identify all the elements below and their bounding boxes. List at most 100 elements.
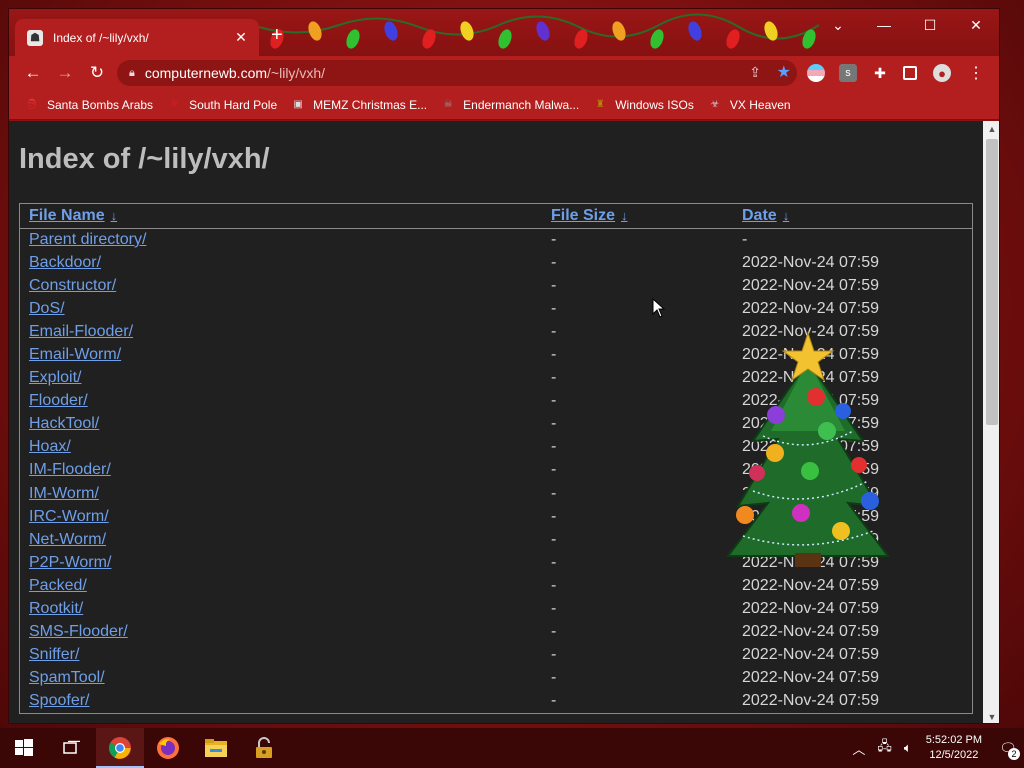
- file-size-cell: -: [551, 438, 557, 456]
- taskbar-firefox-button[interactable]: [144, 728, 192, 768]
- file-size-cell: -: [551, 276, 557, 294]
- file-size-cell: -: [551, 346, 557, 364]
- table-row: IM-Flooder/ - 2022-Nov-24 07:59: [20, 459, 972, 482]
- tray-overflow-chevron-icon[interactable]: ︿: [852, 739, 865, 758]
- scroll-up-arrow-icon[interactable]: ▲: [983, 121, 999, 137]
- file-date-cell: 2022-Nov-24 07:59: [742, 253, 879, 271]
- maximize-button[interactable]: ☐: [907, 9, 953, 41]
- reload-button[interactable]: ↻: [85, 62, 109, 84]
- skull-icon: ☠: [443, 99, 453, 110]
- file-link[interactable]: IM-Flooder/: [29, 461, 111, 478]
- bookmark-star-icon[interactable]: ★: [777, 62, 791, 82]
- extensions-puzzle-icon[interactable]: ✚: [871, 64, 889, 82]
- network-icon[interactable]: 🖧︎: [877, 737, 892, 759]
- sort-by-name-link[interactable]: File Name: [29, 207, 105, 224]
- table-row: Flooder/ - 2022-Nov-24 07:59: [20, 390, 972, 413]
- extension-flag-icon[interactable]: [807, 64, 825, 82]
- minimize-button[interactable]: —: [861, 9, 907, 41]
- notification-center-button[interactable]: 🗨︎ 2: [992, 728, 1024, 768]
- taskbar-file-explorer-button[interactable]: [192, 728, 240, 768]
- close-window-button[interactable]: ✕: [953, 9, 999, 41]
- sort-arrow-icon[interactable]: ↓: [111, 208, 118, 223]
- menu-kebab-icon[interactable]: ⋮: [967, 64, 985, 82]
- file-link[interactable]: Hoax/: [29, 438, 71, 455]
- christmas-lights-decoration: [259, 13, 819, 49]
- clock-time: 5:52:02 PM: [925, 734, 982, 746]
- column-header-size[interactable]: File Size ↓: [542, 204, 733, 229]
- file-date-cell: 2022-Nov-24 07:59: [742, 415, 879, 433]
- file-size-cell: -: [551, 299, 557, 317]
- url-host: computernewb.com: [144, 65, 268, 81]
- file-name-cell: DoS/: [20, 297, 542, 320]
- sort-by-date-link[interactable]: Date: [742, 207, 777, 224]
- file-link[interactable]: Net-Worm/: [29, 531, 106, 548]
- file-link[interactable]: Parent directory/: [29, 231, 146, 248]
- file-size-cell: -: [551, 415, 557, 433]
- file-name-cell: Flooder/: [20, 390, 542, 413]
- file-name-cell: Packed/: [20, 574, 542, 597]
- start-button[interactable]: [0, 728, 48, 768]
- profile-avatar-icon[interactable]: ●: [933, 64, 951, 82]
- file-link[interactable]: IRC-Worm/: [29, 508, 109, 525]
- tab-active[interactable]: ☗ Index of /~lily/vxh/ ✕: [15, 19, 259, 56]
- file-link[interactable]: Flooder/: [29, 392, 88, 409]
- forward-button[interactable]: →: [53, 62, 77, 84]
- file-size-cell: -: [551, 392, 557, 410]
- column-header-name[interactable]: File Name ↓: [20, 204, 542, 229]
- tab-close-icon[interactable]: ✕: [233, 29, 249, 46]
- table-row: Rootkit/ - 2022-Nov-24 07:59: [20, 598, 972, 621]
- file-size-cell: -: [551, 507, 557, 525]
- taskbar-chrome-button[interactable]: [96, 728, 144, 768]
- file-link[interactable]: HackTool/: [29, 415, 99, 432]
- file-link[interactable]: Exploit/: [29, 369, 81, 386]
- file-link[interactable]: P2P-Worm/: [29, 554, 111, 571]
- table-row: DoS/ - 2022-Nov-24 07:59: [20, 297, 972, 320]
- file-size-cell: -: [551, 461, 557, 479]
- vertical-scrollbar[interactable]: ▲ ▼: [983, 121, 999, 723]
- file-name-cell: Hoax/: [20, 436, 542, 459]
- extension-s-icon[interactable]: s: [839, 64, 857, 82]
- bookmark-item[interactable]: ♜ Windows ISOs: [593, 98, 694, 112]
- scroll-down-arrow-icon[interactable]: ▼: [983, 709, 999, 723]
- share-icon[interactable]: ⇪: [749, 64, 761, 81]
- side-panel-icon[interactable]: [903, 66, 917, 80]
- christmas-light-bulb: [726, 29, 740, 49]
- file-name-cell: Sniffer/: [20, 644, 542, 667]
- scrollbar-thumb[interactable]: [986, 139, 998, 425]
- file-link[interactable]: Email-Worm/: [29, 346, 121, 363]
- bookmark-item[interactable]: ▣ MEMZ Christmas E...: [291, 98, 427, 112]
- file-link[interactable]: IM-Worm/: [29, 485, 99, 502]
- table-row: SMS-Flooder/ - 2022-Nov-24 07:59: [20, 621, 972, 644]
- lock-icon[interactable]: 🔒︎: [129, 67, 135, 80]
- taskbar-lock-app-button[interactable]: [240, 728, 288, 768]
- volume-icon[interactable]: 🔈︎: [904, 740, 912, 756]
- sort-arrow-icon[interactable]: ↓: [621, 208, 628, 223]
- file-link[interactable]: Email-Flooder/: [29, 323, 133, 340]
- back-button[interactable]: ←: [21, 62, 45, 84]
- file-link[interactable]: Rootkit/: [29, 600, 83, 617]
- file-link[interactable]: SMS-Flooder/: [29, 623, 128, 640]
- new-tab-button[interactable]: +: [271, 25, 283, 45]
- christmas-light-bulb: [460, 21, 474, 41]
- file-link[interactable]: Backdoor/: [29, 254, 101, 271]
- file-link[interactable]: DoS/: [29, 300, 65, 317]
- sort-by-size-link[interactable]: File Size: [551, 207, 615, 224]
- bookmarks-bar: 🎅︎ Santa Bombs Arabs ❄ South Hard Pole ▣ MEMZ…: [9, 90, 999, 120]
- file-link[interactable]: Sniffer/: [29, 646, 79, 663]
- table-row: Exploit/ - 2022-Nov-24 07:59: [20, 367, 972, 390]
- task-view-button[interactable]: [48, 728, 96, 768]
- file-name-cell: IM-Worm/: [20, 482, 542, 505]
- address-bar[interactable]: 🔒︎ computernewb.com/~lily/vxh/ ⇪ ★: [117, 60, 797, 86]
- file-link[interactable]: Packed/: [29, 577, 87, 594]
- file-link[interactable]: Constructor/: [29, 277, 116, 294]
- file-link[interactable]: Spoofer/: [29, 692, 89, 709]
- clock[interactable]: 5:52:02 PM 12/5/2022: [926, 733, 982, 763]
- bookmark-item[interactable]: ❄ South Hard Pole: [167, 98, 277, 112]
- bookmark-item[interactable]: ☠ Endermanch Malwa...: [441, 98, 580, 112]
- tab-search-button[interactable]: ⌄: [815, 9, 861, 41]
- column-header-date[interactable]: Date ↓: [733, 204, 972, 229]
- sort-arrow-icon[interactable]: ↓: [783, 208, 790, 223]
- file-link[interactable]: SpamTool/: [29, 669, 105, 686]
- bookmark-item[interactable]: 🎅︎ Santa Bombs Arabs: [25, 98, 153, 112]
- bookmark-item[interactable]: ☣ VX Heaven: [708, 98, 790, 112]
